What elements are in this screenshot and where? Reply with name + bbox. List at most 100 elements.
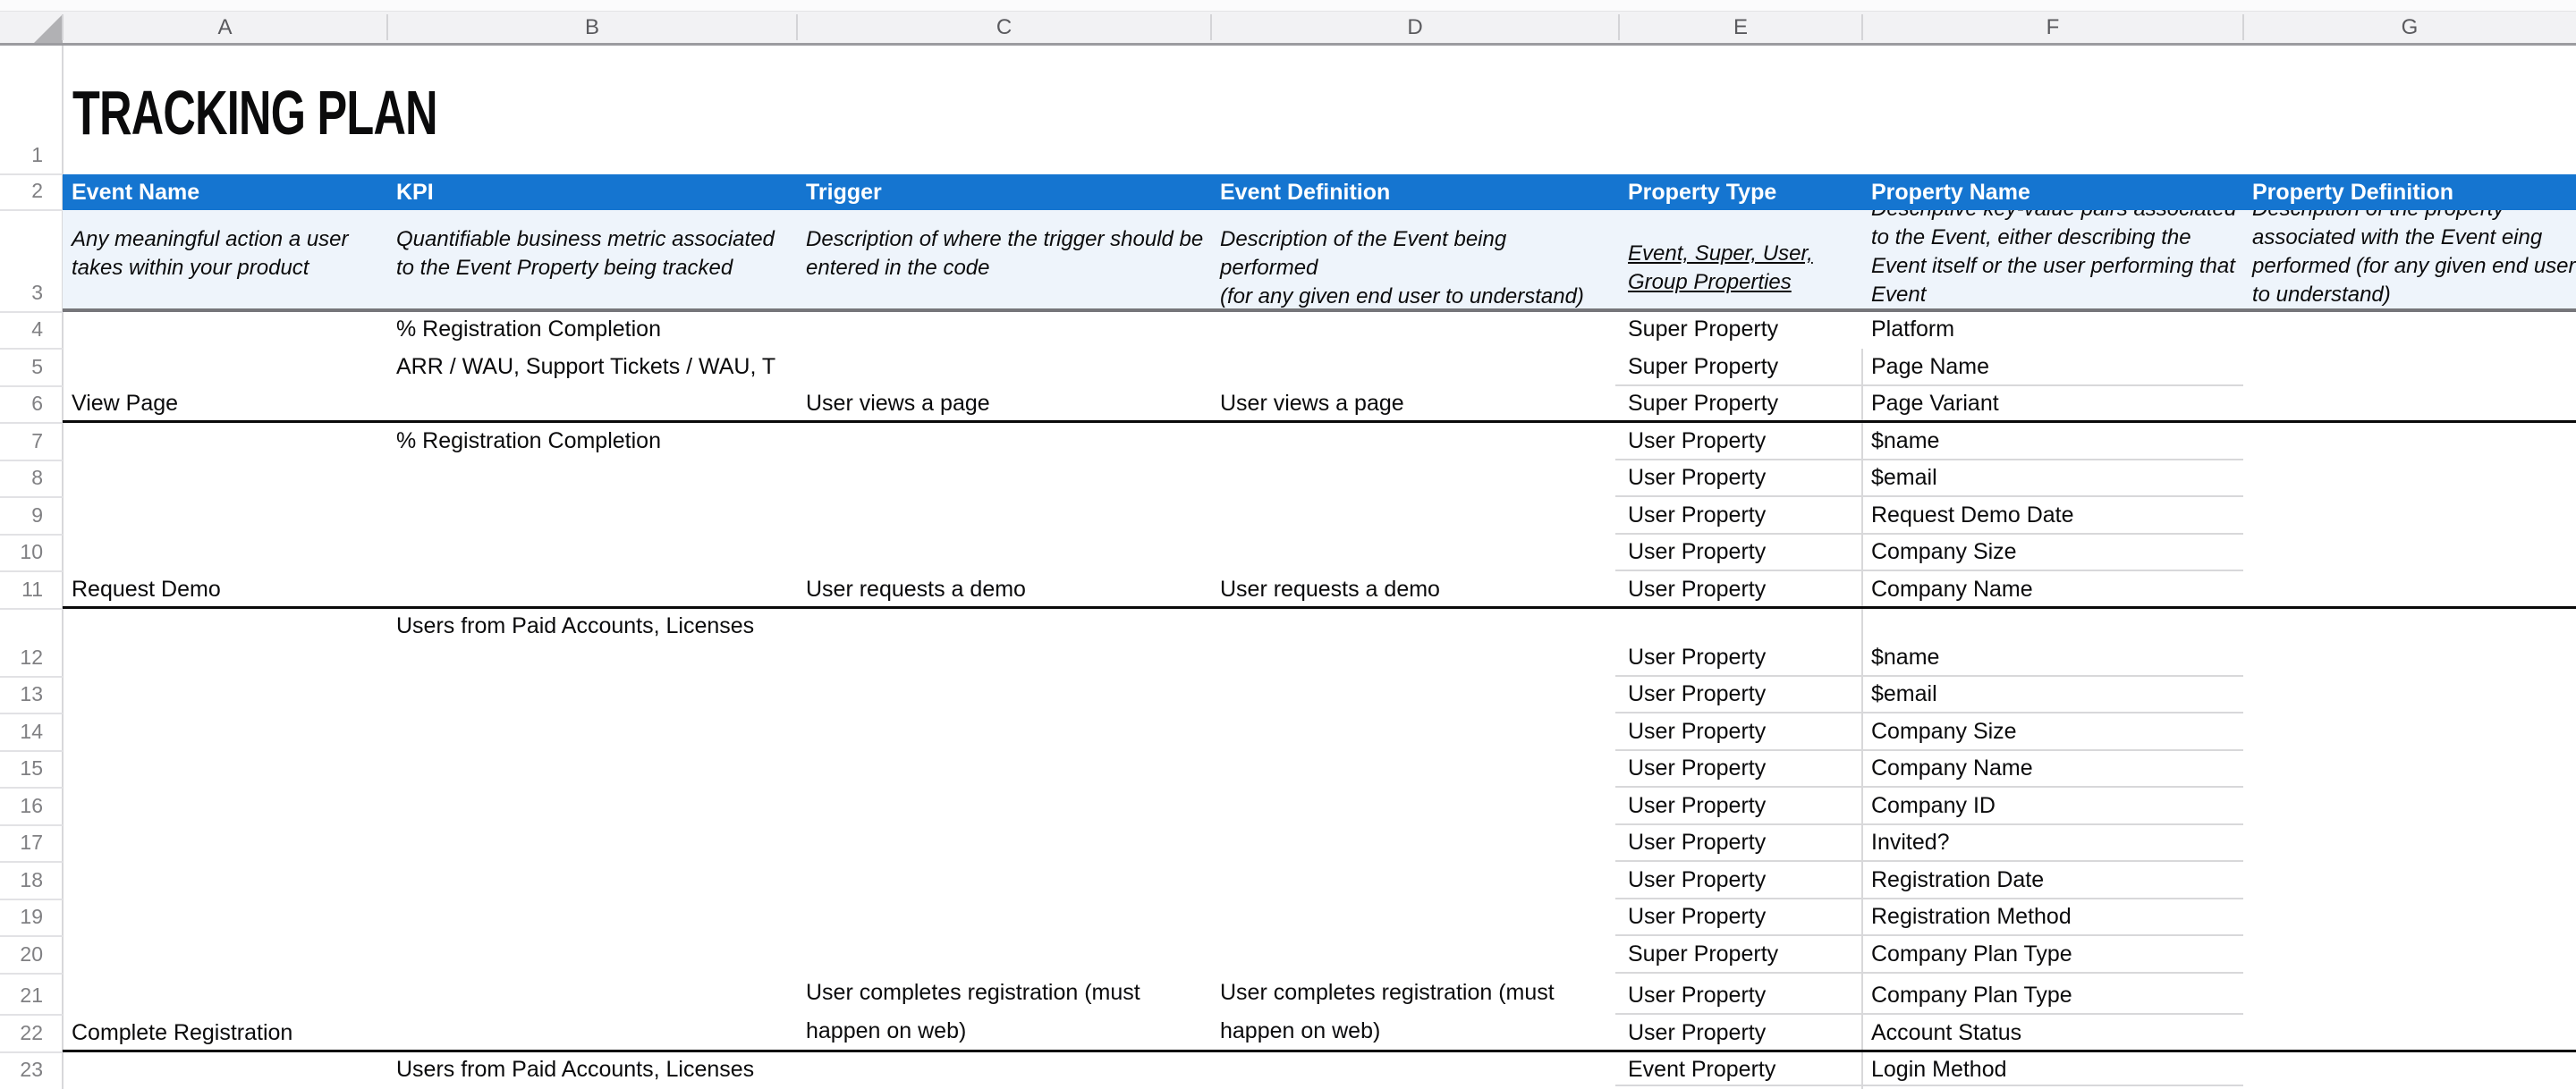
cell-C6[interactable]: User views a page [806, 386, 990, 423]
row-header-2[interactable]: 2 [0, 174, 43, 210]
cell-E19[interactable]: User Property [1628, 899, 1766, 936]
description-cell-G[interactable]: Description of the property associated w… [2252, 210, 2576, 308]
column-header-G[interactable]: G [2243, 12, 2576, 43]
cell-F14[interactable]: Company Size [1871, 713, 2017, 751]
cell-F4[interactable]: Platform [1871, 312, 1954, 349]
cell-F13[interactable]: $email [1871, 677, 1937, 713]
cell-E22[interactable]: User Property [1628, 1015, 1766, 1052]
cell-F12[interactable]: $name [1871, 609, 1939, 677]
column-header-E[interactable]: E [1619, 12, 1862, 43]
row-header-17[interactable]: 17 [0, 825, 43, 862]
cell-D22-event-definition[interactable]: User completes registration (must happen… [1220, 974, 1555, 1054]
description-cell-C[interactable]: Description of where the trigger should … [806, 225, 1208, 283]
description-cell-F[interactable]: Descriptive key-value pairs associated t… [1871, 210, 2251, 308]
cell-E5[interactable]: Super Property [1628, 349, 1778, 386]
header-cell-C[interactable]: Trigger [806, 174, 882, 210]
row-header-14[interactable]: 14 [0, 713, 43, 751]
cell-A1-title[interactable]: TRACKING PLAN [72, 84, 437, 141]
row-header-16[interactable]: 16 [0, 788, 43, 825]
header-cell-F[interactable]: Property Name [1871, 174, 2030, 210]
cell-F17[interactable]: Invited? [1871, 825, 1950, 862]
row-header-23[interactable]: 23 [0, 1052, 43, 1089]
cell-B5-kpi-clipped[interactable]: ARR / WAU, Support Tickets / WAU, T [396, 349, 796, 386]
cell-E18[interactable]: User Property [1628, 862, 1766, 899]
column-header-C[interactable]: C [797, 12, 1211, 43]
cell-E23[interactable]: Event Property [1628, 1052, 1775, 1089]
column-header-B[interactable]: B [387, 12, 797, 43]
cell-C22-trigger[interactable]: User completes registration (must happen… [806, 974, 1140, 1054]
description-cell-D[interactable]: Description of the Event being performed… [1220, 225, 1609, 308]
row-header-21[interactable]: 21 [0, 974, 43, 1015]
row-header-5[interactable]: 5 [0, 349, 43, 386]
cell-E13[interactable]: User Property [1628, 677, 1766, 713]
row-header-10[interactable]: 10 [0, 535, 43, 571]
cell-E6[interactable]: Super Property [1628, 386, 1778, 423]
select-all-corner-icon[interactable] [34, 14, 63, 43]
cell-A6[interactable]: View Page [72, 386, 178, 423]
cell-B7[interactable]: % Registration Completion [396, 423, 661, 460]
row-header-4[interactable]: 4 [0, 312, 43, 349]
cell-F18[interactable]: Registration Date [1871, 862, 2044, 899]
description-cell-B[interactable]: Quantifiable business metric associated … [396, 225, 785, 283]
cell-F5[interactable]: Page Name [1871, 349, 1989, 386]
cell-E7[interactable]: User Property [1628, 423, 1766, 460]
header-cell-B[interactable]: KPI [396, 174, 434, 210]
cell-F22[interactable]: Account Status [1871, 1015, 2021, 1052]
cell-A22[interactable]: Complete Registration [72, 1015, 292, 1052]
cell-F9[interactable]: Request Demo Date [1871, 497, 2074, 535]
row-header-3[interactable]: 3 [0, 210, 43, 312]
header-cell-D[interactable]: Event Definition [1220, 174, 1390, 210]
row-header-8[interactable]: 8 [0, 460, 43, 497]
row-header-13[interactable]: 13 [0, 677, 43, 713]
row-header-15[interactable]: 15 [0, 751, 43, 788]
cell-D11[interactable]: User requests a demo [1220, 571, 1440, 609]
cell-C11[interactable]: User requests a demo [806, 571, 1026, 609]
row-header-22[interactable]: 22 [0, 1015, 43, 1052]
cell-B4[interactable]: % Registration Completion [396, 312, 661, 349]
cell-E14[interactable]: User Property [1628, 713, 1766, 751]
header-cell-E[interactable]: Property Type [1628, 174, 1776, 210]
cell-F11[interactable]: Company Name [1871, 571, 2033, 609]
row-header-12[interactable]: 12 [0, 609, 43, 677]
row-header-18[interactable]: 18 [0, 862, 43, 899]
row-header-6[interactable]: 6 [0, 386, 43, 423]
header-cell-G[interactable]: Property Definition [2252, 174, 2453, 210]
cell-F8[interactable]: $email [1871, 460, 1937, 497]
table-description-row[interactable]: Any meaningful action a user takes withi… [63, 210, 2576, 308]
cell-F16[interactable]: Company ID [1871, 788, 1996, 825]
column-header-D[interactable]: D [1211, 12, 1619, 43]
cell-E11[interactable]: User Property [1628, 571, 1766, 609]
cell-E8[interactable]: User Property [1628, 460, 1766, 497]
cell-B12-kpi[interactable]: Users from Paid Accounts, Licenses [396, 613, 754, 639]
header-cell-A[interactable]: Event Name [72, 174, 199, 210]
row-header-20[interactable]: 20 [0, 936, 43, 974]
column-header-A[interactable]: A [63, 12, 387, 43]
cell-E20[interactable]: Super Property [1628, 936, 1778, 974]
column-header-F[interactable]: F [1862, 12, 2243, 43]
cell-E9[interactable]: User Property [1628, 497, 1766, 535]
cell-F19[interactable]: Registration Method [1871, 899, 2072, 936]
cell-E17[interactable]: User Property [1628, 825, 1766, 862]
cell-F10[interactable]: Company Size [1871, 535, 2017, 571]
cell-E16[interactable]: User Property [1628, 788, 1766, 825]
description-cell-E[interactable]: Event, Super, User, Group Properties [1628, 240, 1820, 297]
cell-F6[interactable]: Page Variant [1871, 386, 1999, 423]
cell-F20[interactable]: Company Plan Type [1871, 936, 2072, 974]
cell-E21[interactable]: User Property [1628, 974, 1766, 1015]
cell-E15[interactable]: User Property [1628, 751, 1766, 788]
cell-F15[interactable]: Company Name [1871, 751, 2033, 788]
row-header-11[interactable]: 11 [0, 571, 43, 609]
cell-E12[interactable]: User Property [1628, 609, 1766, 677]
cell-B23[interactable]: Users from Paid Accounts, Licenses [396, 1052, 754, 1089]
cell-F7[interactable]: $name [1871, 423, 1939, 460]
description-cell-A[interactable]: Any meaningful action a user takes withi… [72, 225, 367, 283]
cell-A11[interactable]: Request Demo [72, 571, 221, 609]
cell-F23[interactable]: Login Method [1871, 1052, 2007, 1089]
row-header-19[interactable]: 19 [0, 899, 43, 936]
cell-F21[interactable]: Company Plan Type [1871, 974, 2072, 1015]
cell-D6[interactable]: User views a page [1220, 386, 1404, 423]
row-header-9[interactable]: 9 [0, 497, 43, 535]
row-header-7[interactable]: 7 [0, 423, 43, 460]
cell-E10[interactable]: User Property [1628, 535, 1766, 571]
row-header-1[interactable]: 1 [0, 45, 43, 174]
